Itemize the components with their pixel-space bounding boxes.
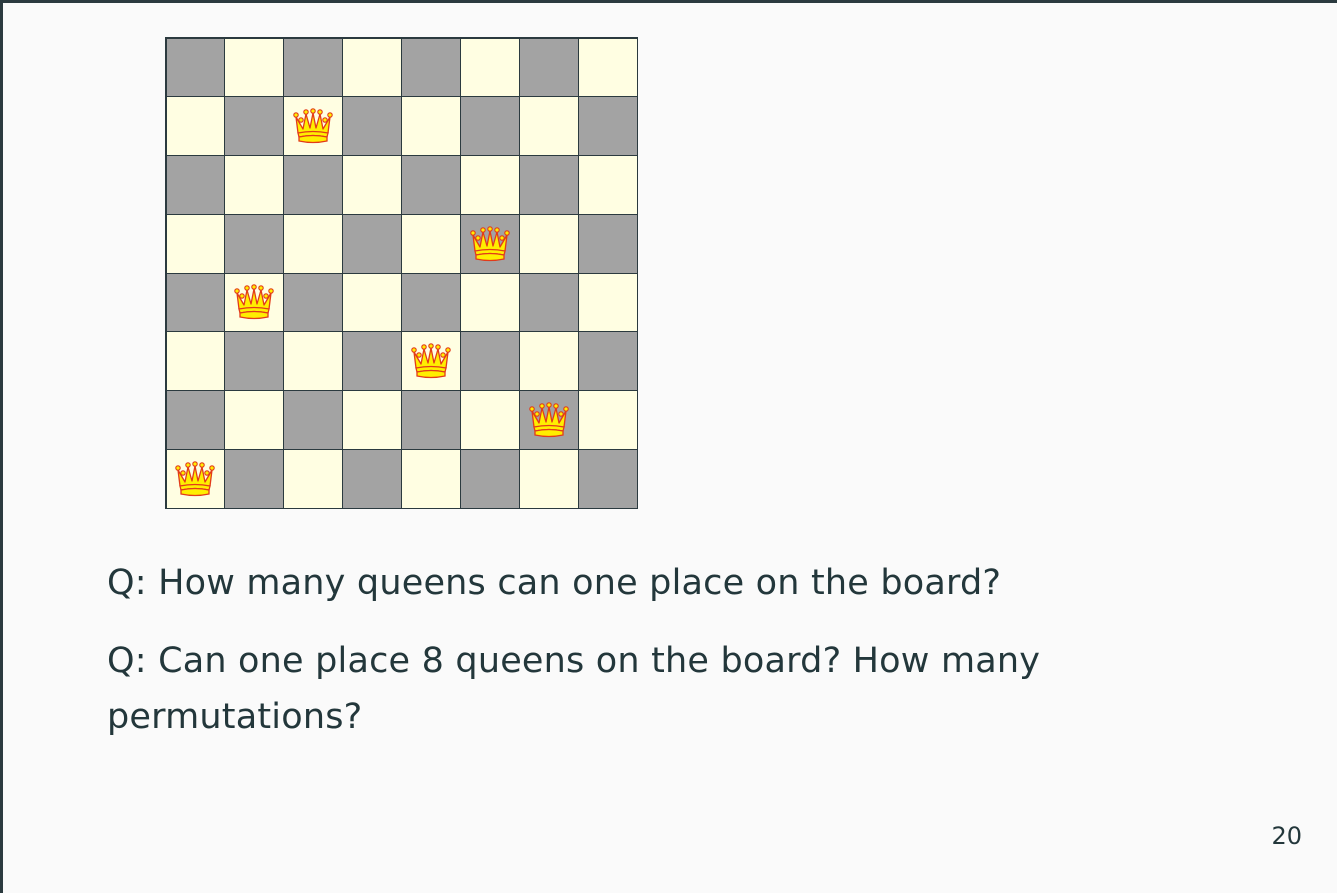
board-square — [518, 272, 579, 333]
board-square — [401, 37, 461, 98]
board-square — [577, 96, 638, 156]
board-square — [342, 96, 402, 156]
board-square — [224, 155, 285, 215]
board-square — [342, 331, 402, 391]
board-square — [459, 448, 520, 509]
slide-left-border — [0, 0, 3, 893]
queen-crown-icon — [234, 284, 275, 320]
queen-crown-icon — [470, 225, 510, 261]
board-square — [577, 37, 638, 98]
queen-crown-icon — [175, 460, 216, 496]
board-square — [224, 331, 285, 391]
question-max-queens: Q: How many queens can one place on the … — [107, 563, 1002, 603]
board-square — [459, 213, 520, 274]
board-square — [165, 155, 226, 215]
board-square — [518, 96, 579, 156]
board-square — [518, 390, 579, 450]
board-square — [518, 213, 579, 274]
board-square — [165, 390, 226, 450]
queen-crown-icon — [528, 402, 569, 438]
board-square — [401, 213, 461, 274]
board-square — [165, 272, 226, 333]
board-square — [577, 331, 638, 391]
board-square — [224, 448, 285, 509]
queen-crown-icon — [293, 108, 333, 144]
board-square — [459, 37, 520, 98]
slide-top-border — [0, 0, 1337, 3]
chess-board — [165, 37, 638, 509]
board-square — [283, 448, 344, 509]
board-square — [518, 155, 579, 215]
board-square — [342, 448, 402, 509]
board-square — [224, 272, 285, 333]
page-number: 20 — [1271, 822, 1302, 850]
board-square — [401, 331, 461, 391]
board-square — [342, 213, 402, 274]
board-square — [459, 155, 520, 215]
board-square — [459, 272, 520, 333]
board-square — [224, 213, 285, 274]
queen-crown-icon — [411, 343, 451, 379]
board-square — [518, 37, 579, 98]
board-square — [577, 213, 638, 274]
board-square — [224, 37, 285, 98]
board-square — [224, 96, 285, 156]
board-square — [283, 390, 344, 450]
board-square — [283, 155, 344, 215]
board-square — [577, 155, 638, 215]
board-square — [283, 331, 344, 391]
board-square — [283, 272, 344, 333]
board-square — [342, 155, 402, 215]
board-square — [342, 37, 402, 98]
board-square — [518, 448, 579, 509]
board-square — [342, 390, 402, 450]
board-square — [577, 272, 638, 333]
board-square — [165, 448, 226, 509]
board-square — [283, 96, 344, 156]
board-square — [577, 390, 638, 450]
board-square — [165, 213, 226, 274]
board-square — [401, 272, 461, 333]
board-square — [401, 155, 461, 215]
board-square — [342, 272, 402, 333]
board-square — [459, 390, 520, 450]
board-square — [165, 96, 226, 156]
board-square — [165, 37, 226, 98]
board-square — [518, 331, 579, 391]
board-square — [224, 390, 285, 450]
board-square — [165, 331, 226, 391]
board-square — [401, 390, 461, 450]
board-square — [401, 96, 461, 156]
question-eight-queens: Q: Can one place 8 queens on the board? … — [107, 641, 1041, 737]
board-square — [283, 37, 344, 98]
board-square — [459, 331, 520, 391]
board-square — [401, 448, 461, 509]
board-square — [459, 96, 520, 156]
board-square — [283, 213, 344, 274]
board-square — [577, 448, 638, 509]
